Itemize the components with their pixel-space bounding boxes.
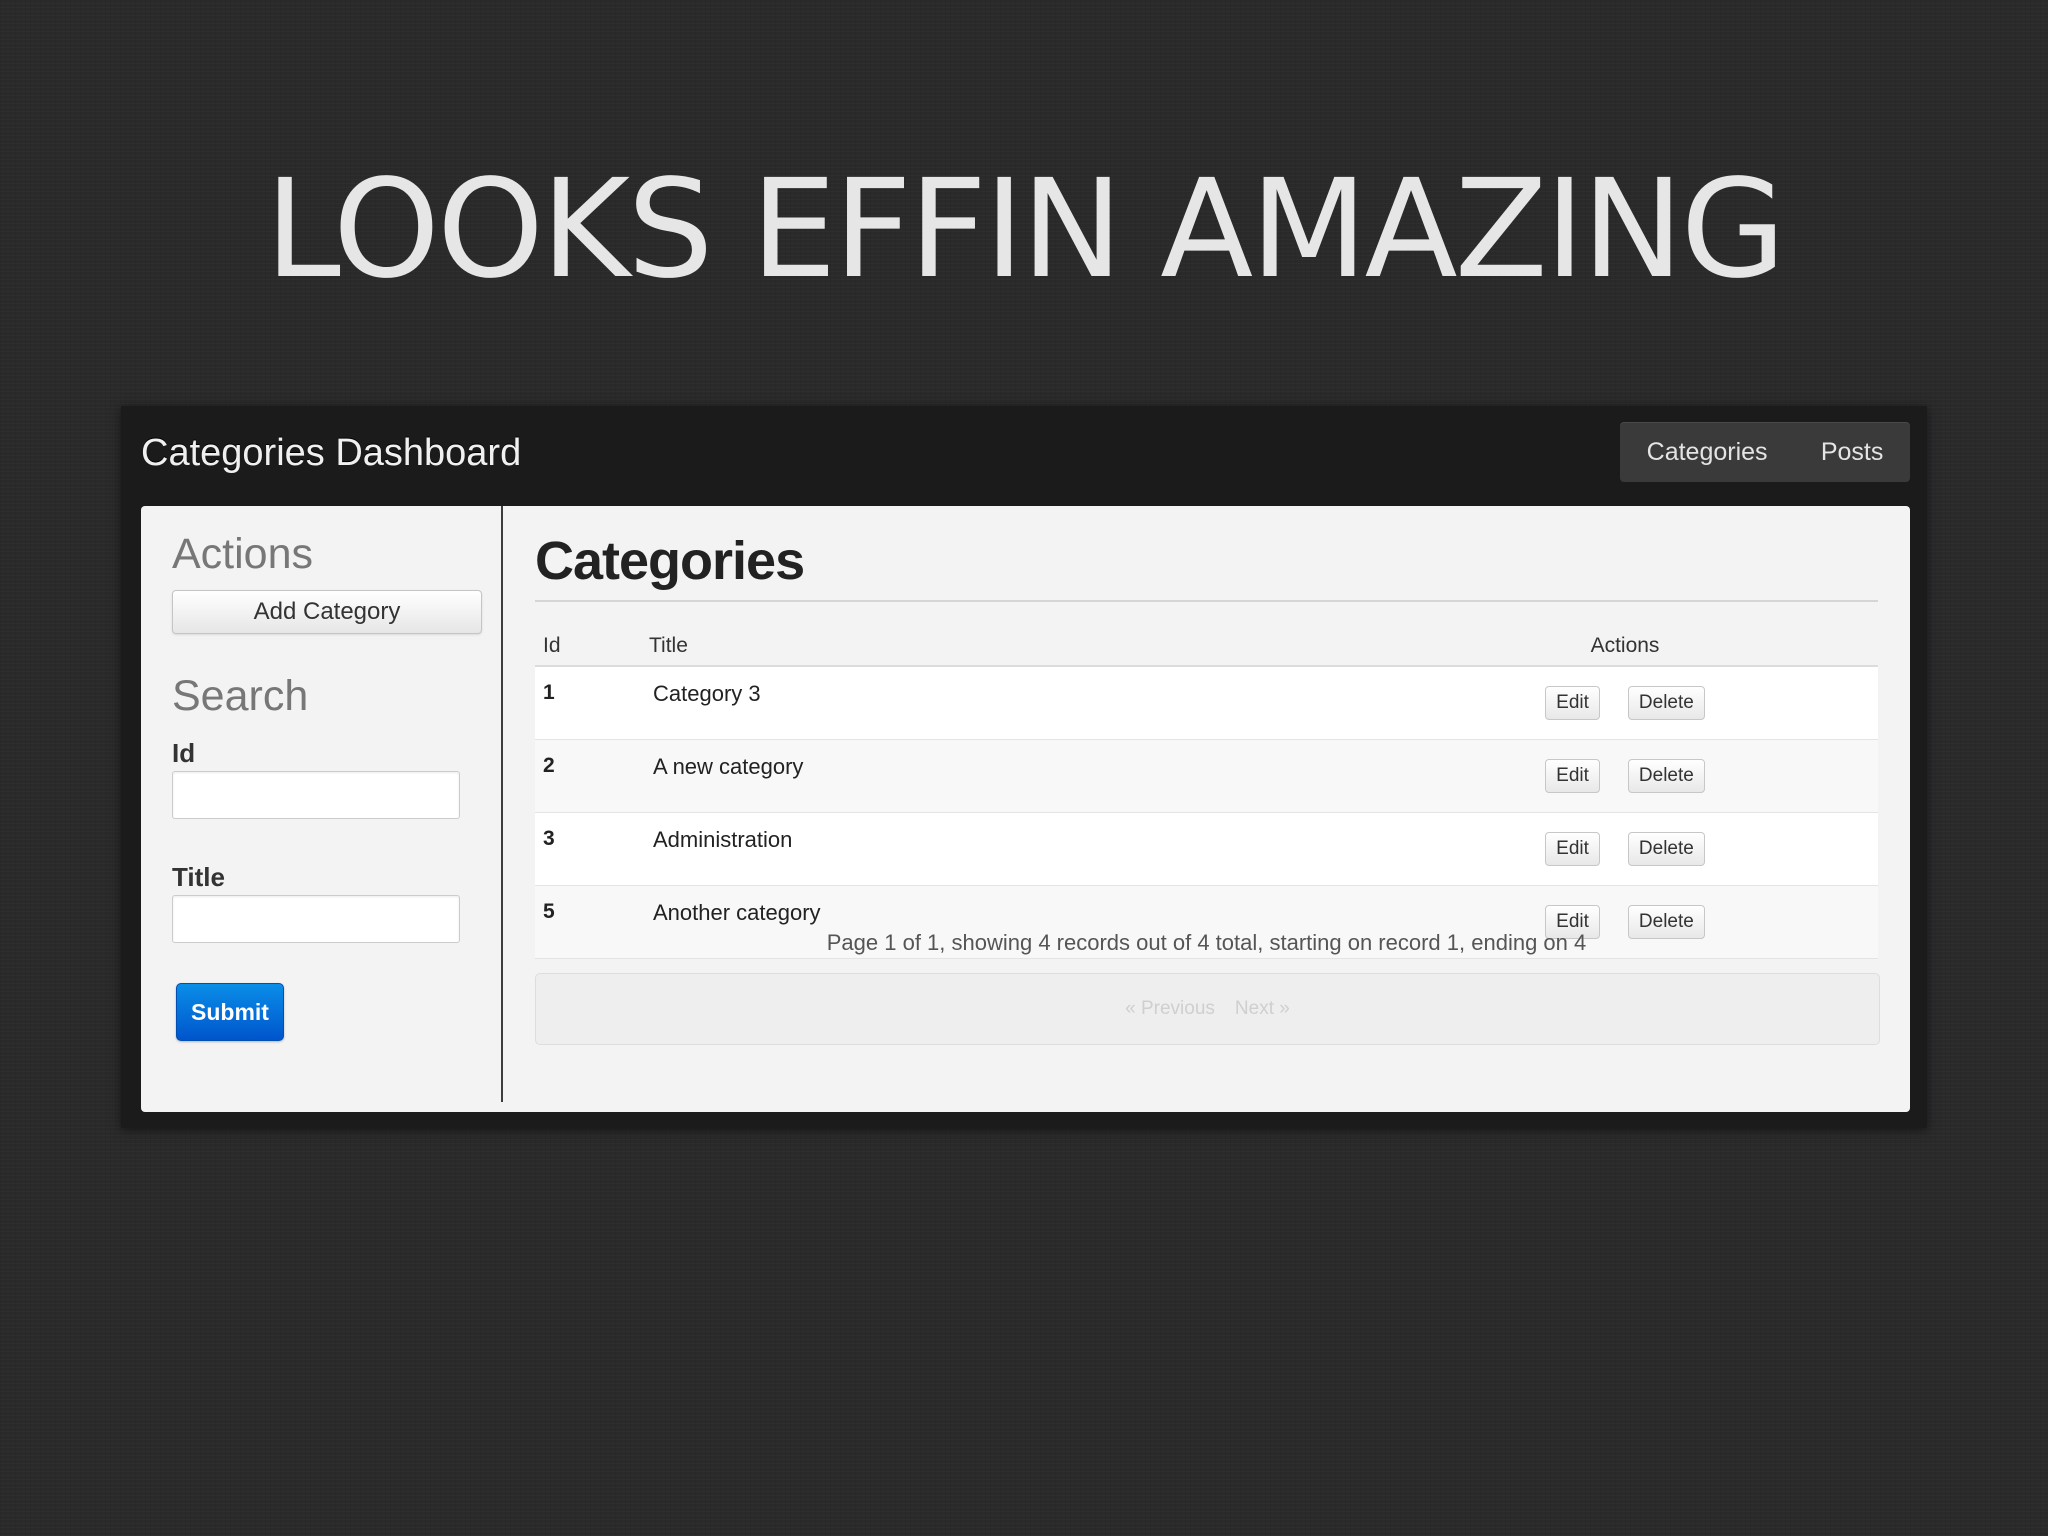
main-area: Categories Id Title Actions 1 Category 3 (535, 506, 1880, 1102)
add-category-button[interactable]: Add Category (172, 590, 482, 634)
column-header-id[interactable]: Id (535, 627, 641, 667)
title-divider (535, 600, 1878, 602)
slide-title: LOOKS EFFIN AMAZING (264, 151, 1786, 309)
row-title: Category 3 (641, 666, 1372, 740)
row-title: A new category (641, 739, 1372, 813)
delete-button[interactable]: Delete (1627, 686, 1705, 720)
top-nav: Categories Posts (1620, 422, 1910, 482)
id-label: Id (172, 738, 196, 768)
sidebar: Actions Add Category Search Id Title Sub… (141, 506, 503, 1102)
paging-info: Page 1 of 1, showing 4 records out of 4 … (826, 930, 1587, 955)
edit-button[interactable]: Edit (1545, 759, 1600, 793)
delete-button[interactable]: Delete (1627, 759, 1705, 793)
categories-table: Id Title Actions 1 Category 3 Edit Delete (535, 627, 1878, 959)
title-input[interactable] (172, 895, 460, 943)
app-brand[interactable]: Categories Dashboard (141, 432, 521, 475)
row-id: 3 (535, 812, 641, 886)
row-actions: Edit Delete (1372, 812, 1878, 886)
row-id: 2 (535, 739, 641, 813)
row-id: 1 (535, 666, 641, 740)
id-input[interactable] (172, 771, 460, 819)
title-label: Title (172, 862, 225, 892)
app-window: Categories Dashboard Categories Posts Ac… (121, 406, 1927, 1128)
table-header-row: Id Title Actions (535, 627, 1878, 667)
edit-button[interactable]: Edit (1545, 686, 1600, 720)
content-panel: Actions Add Category Search Id Title Sub… (141, 506, 1910, 1112)
table-row: 2 A new category Edit Delete (535, 739, 1878, 813)
row-actions: Edit Delete (1372, 666, 1878, 740)
edit-button[interactable]: Edit (1545, 832, 1600, 866)
nav-categories[interactable]: Categories (1637, 438, 1778, 467)
previous-page-link[interactable]: « Previous (1125, 998, 1215, 1020)
nav-posts[interactable]: Posts (1811, 438, 1894, 467)
search-heading: Search (172, 672, 309, 720)
column-header-title[interactable]: Title (641, 627, 1372, 667)
pager: « Previous Next » (535, 973, 1880, 1045)
table-row: 1 Category 3 Edit Delete (535, 666, 1878, 740)
submit-button[interactable]: Submit (176, 983, 284, 1041)
page-title: Categories (535, 531, 805, 591)
delete-button[interactable]: Delete (1627, 832, 1705, 866)
row-actions: Edit Delete (1372, 739, 1878, 813)
column-header-actions: Actions (1372, 627, 1878, 667)
row-title: Administration (641, 812, 1372, 886)
actions-heading: Actions (172, 530, 314, 578)
next-page-link[interactable]: Next » (1235, 998, 1290, 1020)
table-row: 3 Administration Edit Delete (535, 812, 1878, 886)
